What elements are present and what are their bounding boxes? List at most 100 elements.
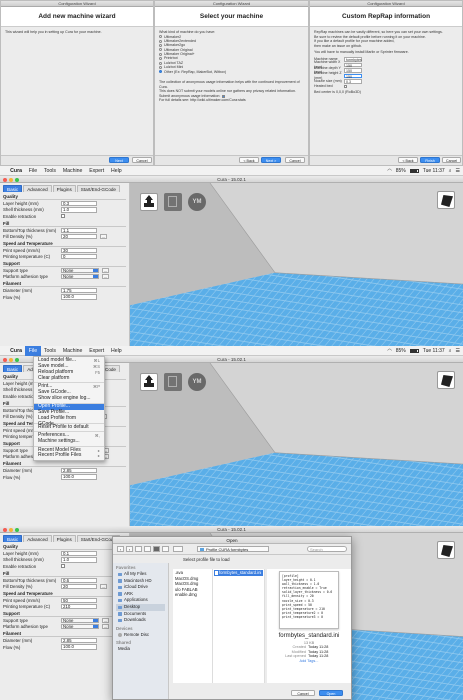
icon-view-button[interactable] — [135, 546, 142, 552]
view-mode-button[interactable] — [437, 541, 455, 559]
filament-flow-input[interactable]: 100.0 — [61, 644, 97, 650]
support-type-select[interactable]: None — [61, 267, 99, 274]
shell-thickness-input[interactable]: 1.0 — [61, 557, 97, 563]
machine-option[interactable]: Other (Ex: RepRap, MakerBot, Witbox) — [159, 70, 304, 74]
platform-adhesion-select[interactable]: None — [61, 624, 99, 630]
filament-flow-input[interactable]: 100.0 — [61, 474, 97, 480]
close-window-button[interactable] — [3, 177, 7, 182]
sidebar-item[interactable]: Macintosh HD — [116, 578, 165, 585]
zoom-window-button[interactable] — [15, 527, 19, 532]
machine-field-input[interactable]: formbytes — [344, 57, 362, 62]
load-model-button[interactable] — [140, 373, 158, 391]
radio-button[interactable] — [159, 52, 162, 56]
machine-field-input[interactable]: 0.3 — [344, 78, 362, 84]
bottom-top-thickness-input[interactable]: 1.1 — [61, 227, 97, 233]
menu-file[interactable]: File — [25, 345, 41, 356]
minimize-window-button[interactable] — [9, 527, 13, 532]
cancel-button[interactable]: Cancel — [285, 157, 305, 163]
add-tags-link[interactable]: Add Tags... — [271, 659, 347, 663]
filament-diameter-input[interactable]: 1.75 — [61, 288, 97, 294]
platform-adhesion-more-button[interactable]: ... — [102, 274, 109, 280]
column-view-button[interactable] — [153, 546, 160, 552]
cancel-button[interactable]: Cancel — [442, 157, 461, 163]
fill-density-input[interactable]: 20 — [61, 233, 97, 240]
file-item[interactable]: enable.dmg — [175, 592, 210, 598]
file-menu-item[interactable]: Load Profile from GCode... — [34, 415, 104, 427]
open-button[interactable]: Open — [319, 690, 343, 696]
search-icon[interactable]: ⌕ — [449, 348, 452, 354]
menu-expert[interactable]: Expert — [86, 346, 108, 356]
close-window-button[interactable] — [3, 357, 7, 362]
file-menu-item[interactable]: Recent Profile Files ▸ — [34, 453, 104, 459]
search-icon[interactable]: ⌕ — [449, 168, 452, 174]
youmagine-button[interactable]: YM — [188, 193, 206, 211]
tab-basic[interactable]: Basic — [3, 535, 23, 542]
platform-adhesion-more-button[interactable]: ... — [102, 624, 109, 630]
shell-thickness-input[interactable]: 1.0 — [61, 207, 97, 213]
arrange-button[interactable] — [173, 546, 183, 552]
menu-tools[interactable]: Tools — [41, 346, 60, 356]
menu-help[interactable]: Help — [108, 166, 125, 176]
radio-button[interactable] — [159, 66, 162, 70]
full-details-link[interactable]: For full details see: http://wiki.ultima… — [159, 98, 304, 103]
radio-button[interactable] — [159, 61, 162, 65]
sidebar-item[interactable]: Downloads — [116, 617, 165, 624]
3d-viewport[interactable]: YM — [130, 363, 463, 526]
tab-basic[interactable]: Basic — [3, 365, 23, 372]
sidebar-item[interactable]: Documents — [116, 611, 165, 618]
wifi-icon[interactable]: ◠ — [387, 168, 391, 174]
back-nav-button[interactable]: ‹ — [117, 546, 124, 552]
radio-button[interactable] — [159, 57, 162, 61]
fill-density-more-button[interactable]: ... — [100, 233, 107, 240]
notification-icon[interactable]: ☰ — [456, 168, 460, 174]
tab-plugins[interactable]: Plugins — [52, 185, 76, 192]
next-button[interactable]: Next — [109, 157, 129, 163]
menu-expert[interactable]: Expert — [86, 166, 108, 176]
heated-bed-checkbox[interactable] — [344, 85, 347, 89]
sidebar-item[interactable]: Desktop — [116, 603, 165, 611]
tab-basic[interactable]: Basic — [3, 185, 23, 192]
submit-usage-checkbox[interactable] — [222, 94, 226, 98]
back-button[interactable]: < Back — [239, 157, 259, 163]
file-item-selected[interactable]: formbytes_standard.ini — [214, 570, 263, 576]
file-menu-item[interactable]: Clear platform — [34, 375, 104, 382]
back-button[interactable]: < Back — [398, 157, 418, 163]
radio-button[interactable] — [159, 70, 162, 74]
printing-temperature-input[interactable]: 0 — [61, 254, 97, 260]
load-model-button[interactable] — [140, 193, 158, 211]
menu-tools[interactable]: Tools — [41, 166, 60, 176]
forward-nav-button[interactable]: › — [126, 546, 133, 552]
view-mode-button[interactable] — [437, 371, 455, 389]
filament-flow-input[interactable]: 100.0 — [61, 294, 97, 300]
zoom-window-button[interactable] — [15, 177, 19, 182]
sidebar-item[interactable]: Remote Disc — [116, 632, 165, 639]
radio-button[interactable] — [159, 35, 162, 39]
3d-viewport[interactable]: YM — [130, 183, 463, 346]
app-menu[interactable]: Cura — [7, 346, 26, 356]
enable-retraction-checkbox[interactable] — [61, 564, 65, 569]
wifi-icon[interactable]: ◠ — [387, 348, 391, 354]
battery-icon[interactable] — [409, 169, 419, 173]
app-menu[interactable]: Cura — [7, 166, 26, 176]
tab-advanced[interactable]: Advanced — [23, 535, 52, 542]
tab-startendgcode[interactable]: Start/End-GCode — [76, 185, 120, 192]
finish-button[interactable]: Finish — [420, 157, 440, 163]
layer-height-input[interactable]: 0.3 — [61, 200, 97, 207]
file-menu-item[interactable]: Show slice engine log... — [34, 395, 104, 402]
sidebar-item[interactable]: Media — [116, 646, 165, 653]
next-button[interactable]: Next > — [261, 157, 281, 163]
support-type-select[interactable]: None — [61, 617, 99, 624]
radio-button[interactable] — [159, 39, 162, 43]
fill-density-more-button[interactable]: ... — [100, 583, 107, 590]
sidebar-item[interactable]: Applications — [116, 597, 165, 604]
notification-icon[interactable]: ☰ — [456, 348, 460, 354]
tab-plugins[interactable]: Plugins — [52, 535, 76, 542]
bottom-top-thickness-input[interactable]: 0.6 — [61, 577, 97, 583]
printing-temperature-input[interactable]: 210 — [61, 604, 97, 610]
list-view-button[interactable] — [144, 546, 151, 552]
menu-file[interactable]: File — [25, 166, 40, 176]
file-menu-item[interactable]: Machine settings... — [34, 438, 104, 445]
radio-button[interactable] — [159, 48, 162, 52]
sidebar-item[interactable]: iCloud Drive — [116, 584, 165, 591]
machine-field-input[interactable]: 150 — [344, 68, 362, 73]
